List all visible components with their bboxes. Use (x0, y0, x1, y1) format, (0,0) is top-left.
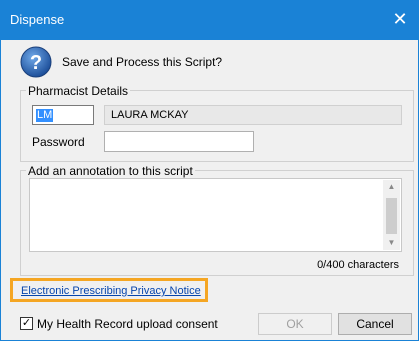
annotation-scrollbar[interactable]: ▲ ▼ (383, 180, 400, 250)
close-button[interactable]: ✕ (389, 8, 411, 30)
svg-text:?: ? (30, 52, 42, 74)
pharmacist-name-field: LAURA MCKAY (104, 105, 402, 125)
prompt-text: Save and Process this Script? (62, 55, 223, 69)
password-input[interactable] (104, 131, 254, 152)
character-counter: 0/400 characters (317, 259, 399, 271)
window-title: Dispense (10, 12, 65, 27)
scroll-down-icon[interactable]: ▼ (383, 236, 400, 250)
password-label: Password (32, 135, 85, 149)
ok-button[interactable]: OK (258, 313, 332, 335)
annotation-textarea[interactable]: ▲ ▼ (29, 178, 402, 252)
cancel-button[interactable]: Cancel (338, 313, 412, 335)
scroll-up-icon[interactable]: ▲ (383, 180, 400, 194)
privacy-notice-link[interactable]: Electronic Prescribing Privacy Notice (21, 285, 201, 297)
annotation-legend: Add an annotation to this script (26, 164, 195, 178)
consent-label[interactable]: My Health Record upload consent (37, 317, 218, 331)
initials-selected-text: LM (36, 109, 54, 122)
initials-input[interactable]: LM (32, 105, 94, 125)
pharmacist-details-legend: Pharmacist Details (26, 84, 131, 98)
title-bar: Dispense ✕ (0, 0, 419, 40)
question-icon: ? (20, 46, 52, 78)
privacy-notice-highlight: Electronic Prescribing Privacy Notice (10, 278, 208, 302)
scroll-thumb[interactable] (386, 198, 397, 234)
consent-checkbox[interactable]: ✓ (20, 317, 33, 330)
